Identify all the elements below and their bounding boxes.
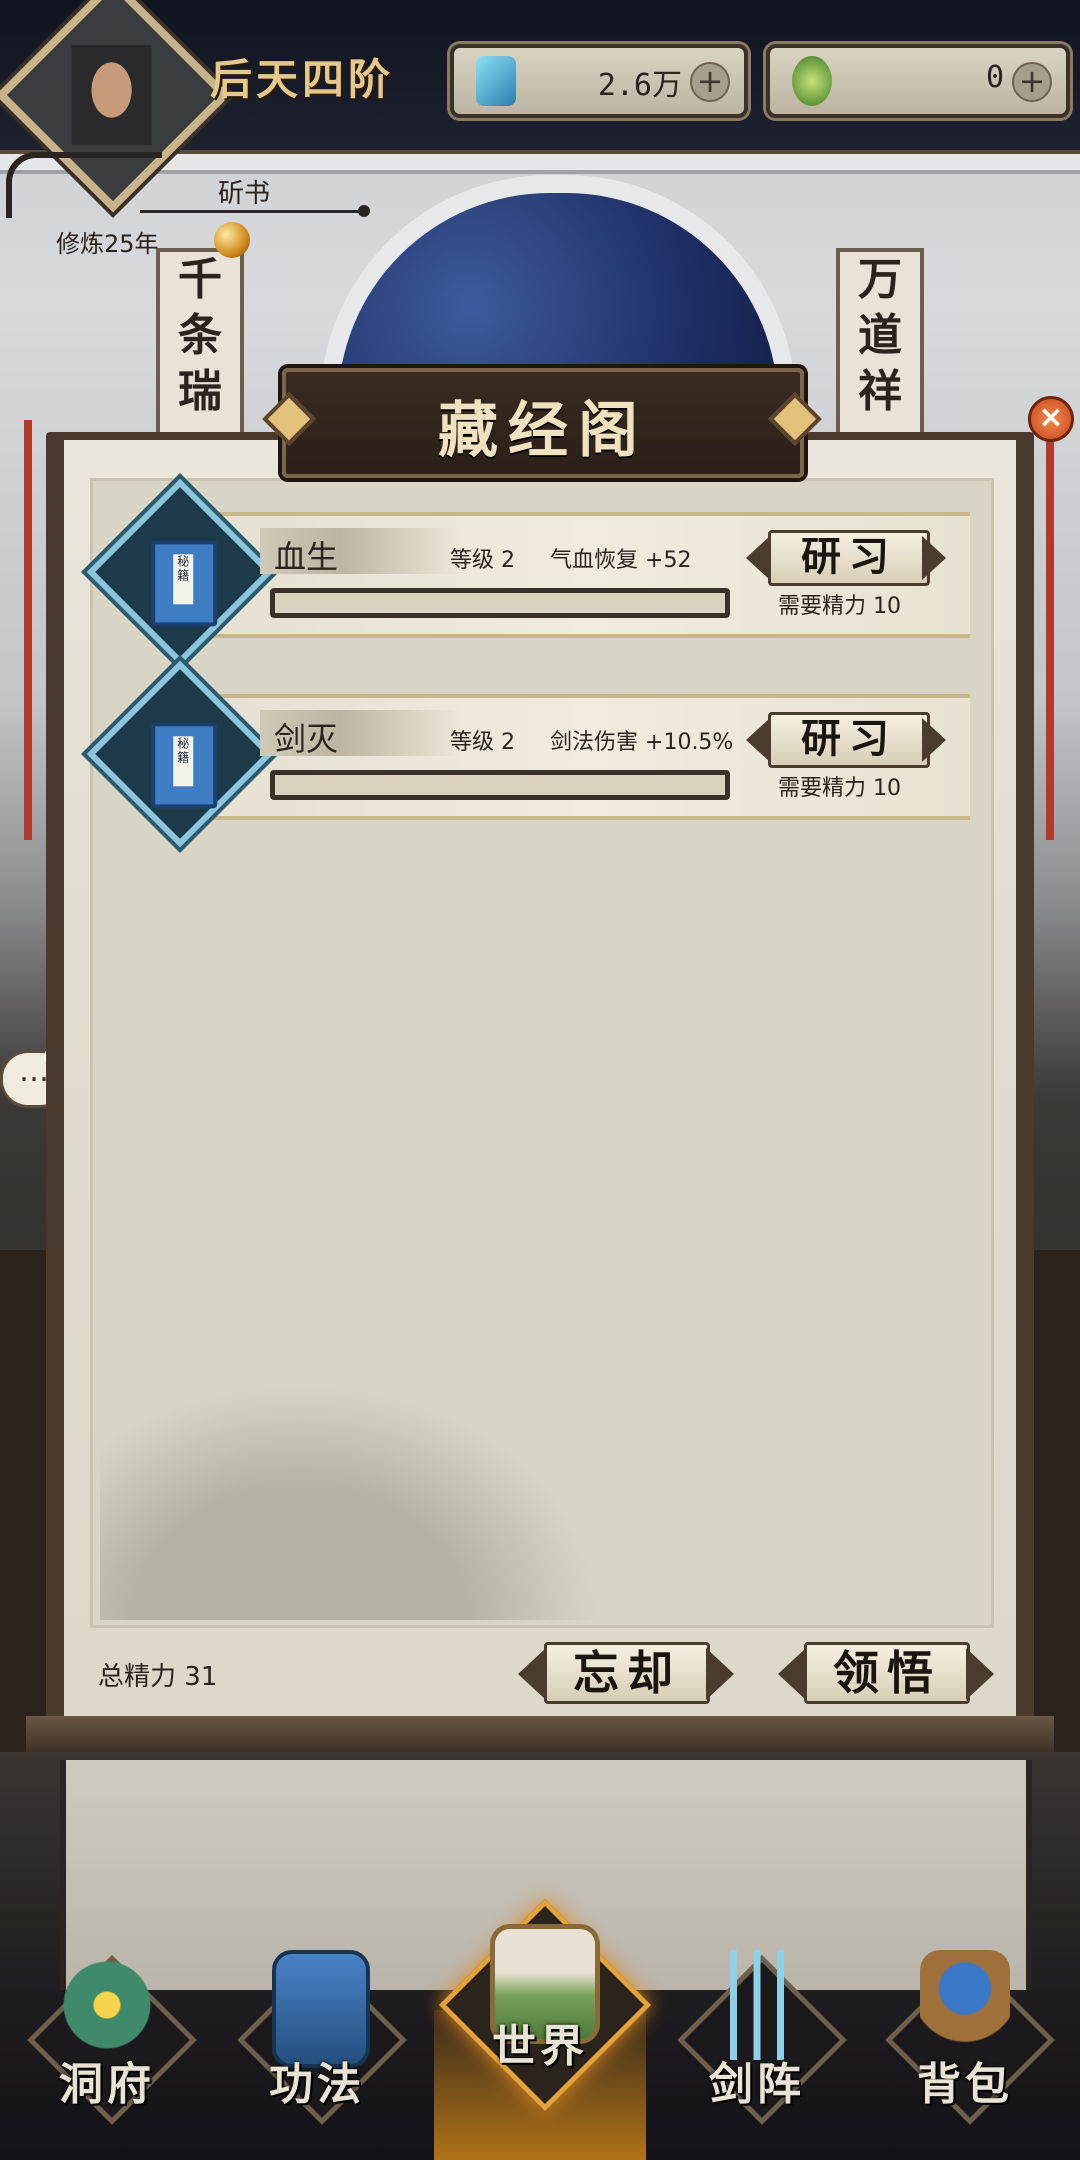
comprehend-button-label: 领悟	[804, 1642, 970, 1704]
skill-effect: 气血恢复 +52	[550, 542, 691, 574]
book-icon: 秘籍	[151, 540, 218, 627]
energy-cost-label: 需要精力	[778, 594, 867, 619]
couplet-right-text: 万道祥	[858, 254, 902, 417]
study-button[interactable]: 研习	[746, 528, 946, 586]
player-name: 斫书	[218, 179, 271, 209]
book-label: 秘籍	[173, 736, 194, 787]
currency-jade-coin: 0 +	[766, 44, 1070, 118]
skill-effect-label: 剑法伤害	[550, 730, 639, 755]
chevron-right-icon	[922, 718, 946, 762]
backpack-icon	[920, 1950, 1010, 2060]
nav-label: 剑阵	[709, 2059, 805, 2110]
book-icon: 秘籍	[151, 722, 218, 809]
couplet-left: 千条瑞	[156, 248, 244, 436]
nav-world[interactable]: 世界	[438, 1898, 652, 2112]
sword-formation-icon	[712, 1950, 802, 2060]
total-energy-label: 总精力	[98, 1662, 177, 1692]
add-jade-coin-button[interactable]: +	[1012, 62, 1052, 102]
skill-row: 秘籍 剑灭 等级 2 剑法伤害 +10.5% 研习 需要精力 10	[86, 660, 970, 848]
cultivation-years: 修炼25年	[56, 230, 159, 258]
skill-effect: 剑法伤害 +10.5%	[550, 724, 733, 756]
forget-button-label: 忘却	[544, 1642, 710, 1704]
spirit-stone-value: 2.6万	[597, 68, 682, 103]
book-label: 秘籍	[173, 554, 194, 605]
nav-label: 洞府	[59, 2059, 155, 2110]
energy-cost-value: 10	[873, 594, 902, 619]
add-spirit-stone-button[interactable]: +	[690, 62, 730, 102]
close-icon: ×	[1038, 400, 1064, 435]
total-energy: 总精力 31	[98, 1656, 217, 1693]
nav-technique[interactable]: 功法	[232, 1940, 407, 2140]
skill-level-value: 2	[501, 730, 516, 755]
study-button-label: 研习	[768, 712, 930, 768]
golden-orb-icon[interactable]	[214, 222, 250, 258]
energy-cost-label: 需要精力	[778, 776, 867, 801]
skill-level: 等级 2	[450, 724, 515, 756]
skill-name: 血生	[274, 538, 339, 576]
rank-title: 后天四阶	[210, 55, 395, 104]
energy-cost: 需要精力 10	[778, 588, 901, 620]
cave-dwelling-icon	[62, 1950, 152, 2060]
scroll-rod-right	[1046, 420, 1054, 840]
skill-effect-label: 气血恢复	[550, 548, 639, 573]
close-button[interactable]: ×	[1028, 396, 1074, 442]
name-underline	[140, 210, 365, 213]
skill-effect-value: +10.5%	[645, 730, 734, 755]
nav-cave[interactable]: 洞府	[22, 1940, 197, 2140]
nav-label: 功法	[269, 2059, 365, 2110]
skill-progress-bar	[270, 588, 730, 618]
panel-title: 藏经阁	[438, 396, 648, 466]
skill-level-label: 等级	[450, 730, 495, 755]
top-bar: 后天四阶 2.6万 + 0 +	[0, 0, 1080, 213]
skill-level: 等级 2	[450, 542, 515, 574]
skill-effect-value: +52	[645, 548, 692, 573]
skill-progress-bar	[270, 770, 730, 800]
name-underline-dot	[358, 205, 370, 217]
skill-level-label: 等级	[450, 548, 495, 573]
study-button[interactable]: 研习	[746, 710, 946, 768]
nav-label: 世界	[492, 2021, 588, 2072]
couplet-right: 万道祥	[836, 248, 924, 436]
energy-cost-value: 10	[873, 776, 902, 801]
nav-label: 背包	[917, 2059, 1013, 2110]
spirit-stone-icon	[476, 56, 516, 106]
forget-button[interactable]: 忘却	[518, 1640, 734, 1706]
ink-mountain-decoration	[100, 1380, 600, 1620]
chevron-left-icon	[778, 1648, 806, 1700]
cloud-swirl-decoration	[6, 152, 162, 218]
chevron-left-icon	[746, 536, 770, 580]
skill-name: 剑灭	[274, 720, 339, 758]
currency-spirit-stone: 2.6万 +	[450, 44, 748, 118]
chevron-left-icon	[518, 1648, 546, 1700]
study-button-label: 研习	[768, 530, 930, 586]
couplet-left-text: 千条瑞	[178, 254, 222, 417]
scroll-rod-left	[24, 420, 32, 840]
total-energy-value: 31	[184, 1662, 218, 1692]
avatar-portrait	[71, 45, 152, 145]
chevron-right-icon	[706, 1648, 734, 1700]
chevron-right-icon	[922, 536, 946, 580]
jade-coin-value: 0	[985, 60, 1004, 95]
skill-level-value: 2	[501, 548, 516, 573]
skill-row: 秘籍 血生 等级 2 气血恢复 +52 研习 需要精力 10	[86, 478, 970, 666]
nav-sword-formation[interactable]: 剑阵	[672, 1940, 847, 2140]
nav-backpack[interactable]: 背包	[880, 1940, 1055, 2140]
title-plaque: 藏经阁	[282, 368, 804, 478]
panel-bottom-rail	[26, 1716, 1054, 1752]
energy-cost: 需要精力 10	[778, 770, 901, 802]
chevron-left-icon	[746, 718, 770, 762]
jade-coin-icon	[792, 56, 832, 106]
chevron-right-icon	[966, 1648, 994, 1700]
comprehend-button[interactable]: 领悟	[778, 1640, 994, 1706]
